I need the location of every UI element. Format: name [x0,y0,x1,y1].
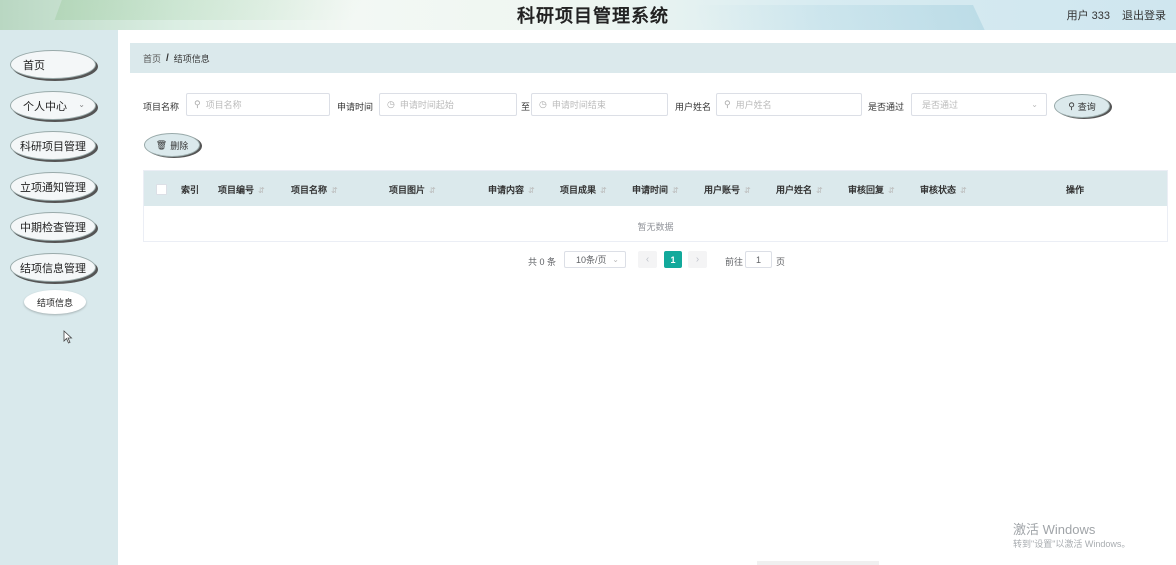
sidebar-item-approval-notice[interactable]: 立项通知管理 [10,172,96,201]
sidebar-item-label: 立项通知管理 [20,181,86,194]
pagination-total: 共 0 条 [528,257,557,267]
project-name-placeholder: 项目名称 [205,100,242,110]
query-button-label: 查询 [1077,101,1096,112]
user-name-input[interactable]: ⚲ 用户姓名 [716,93,862,116]
breadcrumb: 首页 / 结项信息 [130,43,1176,73]
project-name-label: 项目名称 [143,102,180,112]
clock-icon: ◷ [387,99,395,109]
sort-icon[interactable]: ⇵ [744,186,751,195]
column-header[interactable]: 用户姓名 ⇵ [776,183,823,196]
column-header[interactable]: 申请内容 ⇵ [488,183,535,196]
chevron-down-icon: ⌄ [612,255,619,264]
passed-select[interactable]: 是否通过 ⌄ [911,93,1047,116]
trash-icon: 🗑 [155,139,168,150]
sidebar-item-personal-center[interactable]: 个人中心 ⌄ [10,91,96,120]
sidebar-item-home[interactable]: 首页 [10,50,96,79]
delete-button[interactable]: 🗑 删除 [144,133,200,157]
logout-link[interactable]: 退出登录 [1122,7,1166,23]
sort-icon[interactable]: ⇵ [816,186,823,195]
sort-icon[interactable]: ⇵ [960,186,967,195]
column-header[interactable]: 审核回复 ⇵ [848,183,895,196]
project-name-input[interactable]: ⚲ 项目名称 [186,93,330,116]
sidebar-item-project-management[interactable]: 科研项目管理 [10,131,96,160]
page-size-value: 10条/页 [576,255,607,265]
chevron-right-icon: › [695,254,700,265]
sidebar-item-label: 首页 [23,59,45,72]
prev-page-button[interactable]: ‹ [638,251,657,268]
windows-activation-hint: 转到"设置"以激活 Windows。 [1013,539,1131,549]
to-label: 至 [521,102,531,112]
column-header[interactable]: 审核状态 ⇵ [920,183,967,196]
empty-table-text: 暂无数据 [637,222,674,232]
sidebar-item-label: 结项信息管理 [20,262,86,275]
user-name-label: 用户姓名 [675,102,712,112]
page-size-select[interactable]: 10条/页 ⌄ [564,251,626,268]
sort-icon[interactable]: ⇵ [600,186,607,195]
delete-button-label: 删除 [170,140,189,151]
breadcrumb-current: 结项信息 [173,53,210,64]
next-page-button[interactable]: › [688,251,707,268]
user-name-placeholder: 用户姓名 [735,100,772,110]
page-number-current[interactable]: 1 [664,251,682,268]
current-user: 用户 333 [1066,10,1110,22]
chevron-down-icon: ⌄ [78,100,85,109]
goto-page-input[interactable]: 1 [745,251,772,268]
breadcrumb-home[interactable]: 首页 [143,52,161,65]
search-icon: ⚲ [724,99,731,109]
column-header: 索引 [181,185,200,195]
column-header[interactable]: 项目成果 ⇵ [560,183,607,196]
column-header[interactable]: 用户账号 ⇵ [704,183,751,196]
top-header: 科研项目管理系统 用户 333 退出登录 [0,0,1176,30]
column-header: 操作 [1066,185,1085,195]
sort-icon[interactable]: ⇵ [331,186,338,195]
column-header[interactable]: 项目名称 ⇵ [291,183,338,196]
sidebar-item-midterm-check[interactable]: 中期检查管理 [10,212,96,241]
sort-icon[interactable]: ⇵ [258,186,265,195]
windows-activation-title: 激活 Windows [1013,522,1096,537]
page-suffix: 页 [776,257,786,267]
chevron-left-icon: ‹ [645,254,650,265]
column-header[interactable]: 项目编号 ⇵ [218,183,265,196]
breadcrumb-separator: / [166,52,169,64]
sidebar-item-completion-info[interactable]: 结项信息管理 [10,253,96,282]
apply-time-label: 申请时间 [337,102,374,112]
sort-icon[interactable]: ⇵ [888,186,895,195]
sidebar-item-label: 中期检查管理 [20,221,86,234]
sidebar-item-label: 个人中心 [23,100,67,113]
search-icon: ⚲ [194,99,201,109]
sidebar-subitem-completion[interactable]: 结项信息 [24,290,86,314]
sidebar-subitem-label: 结项信息 [36,297,73,308]
mouse-cursor-icon [63,330,73,344]
column-header[interactable]: 申请时间 ⇵ [632,183,679,196]
chevron-down-icon: ⌄ [1031,100,1038,109]
column-header[interactable]: 项目图片 ⇵ [389,183,436,196]
apply-time-end-placeholder: 申请时间结束 [551,100,606,110]
data-table: 索引 项目编号 ⇵ 项目名称 ⇵ 项目图片 ⇵ 申请内容 ⇵ 项目成果 ⇵ 申请时间 ⇵ 用… [143,170,1168,242]
query-button[interactable]: ⚲ 查询 [1054,94,1110,118]
app-title: 科研项目管理系统 [517,6,669,26]
clock-icon: ◷ [539,99,547,109]
sort-icon[interactable]: ⇵ [672,186,679,195]
apply-time-start-input[interactable]: ◷ 申请时间起始 [379,93,517,116]
sidebar-item-label: 科研项目管理 [20,140,86,153]
passed-label: 是否通过 [868,102,905,112]
apply-time-end-input[interactable]: ◷ 申请时间结束 [531,93,668,116]
bottom-strip [757,561,879,565]
goto-label: 前往 [725,257,744,267]
search-icon: ⚲ [1068,100,1075,111]
table-header: 索引 项目编号 ⇵ 项目名称 ⇵ 项目图片 ⇵ 申请内容 ⇵ 项目成果 ⇵ 申请时间 ⇵ 用… [144,171,1167,206]
sort-icon[interactable]: ⇵ [528,186,535,195]
select-all-checkbox[interactable] [156,184,167,195]
apply-time-start-placeholder: 申请时间起始 [399,100,454,110]
sort-icon[interactable]: ⇵ [429,186,436,195]
passed-placeholder: 是否通过 [922,100,959,110]
